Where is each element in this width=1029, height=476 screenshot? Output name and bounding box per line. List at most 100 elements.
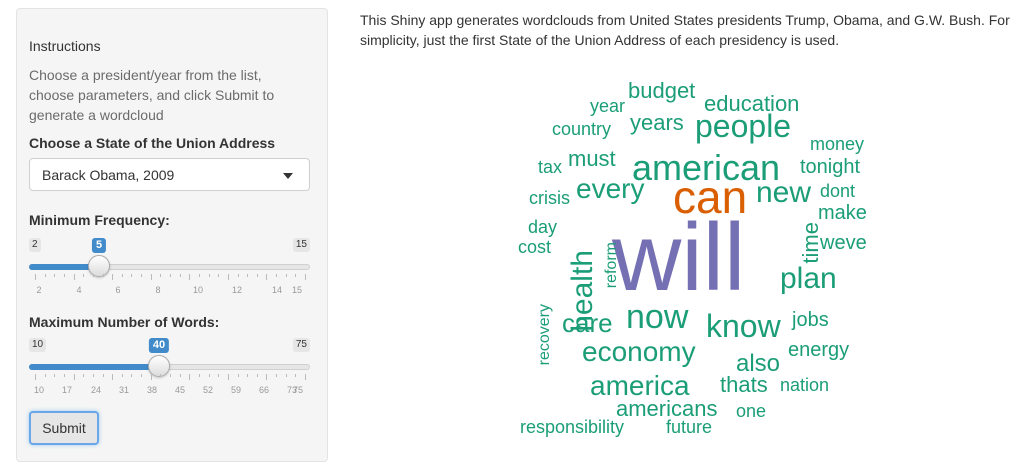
wordcloud-word: will (612, 204, 746, 311)
slider-tick (35, 274, 36, 280)
wordcloud-word: weve (820, 232, 867, 254)
slider-tick-label: 4 (76, 285, 82, 295)
wordcloud-word: economy (582, 336, 696, 367)
slider-tick (170, 274, 171, 277)
slider-tick (227, 274, 229, 280)
slider-tick (237, 274, 239, 277)
slider-tick (276, 374, 278, 377)
sidebar-panel: Instructions Choose a president/year fro… (16, 8, 328, 462)
slider-tick (92, 374, 94, 377)
select-value: Barack Obama, 2009 (42, 167, 175, 183)
slider-tick (247, 374, 249, 377)
wordcloud-word: plan (780, 262, 837, 295)
max-words-label: Maximum Number of Words: (29, 314, 220, 330)
slider-tick (285, 374, 287, 377)
wordcloud-word: recovery (536, 304, 553, 366)
wordcloud-word: one (736, 401, 767, 421)
wordcloud-word: year (590, 96, 626, 116)
wordcloud-word: time (798, 222, 823, 264)
slider-tick (227, 374, 229, 380)
wordcloud-word: care (562, 308, 613, 338)
slider-tick (160, 374, 162, 377)
wordcloud-word: tax (538, 157, 563, 177)
slider-tick-label: 59 (230, 385, 242, 395)
wordcloud-word: thats (720, 372, 768, 397)
president-select[interactable]: Barack Obama, 2009 (29, 158, 310, 191)
app-description: This Shiny app generates wordclouds from… (360, 12, 1010, 48)
slider-tick (73, 274, 75, 280)
slider-tick-label: 14 (271, 285, 283, 295)
wordcloud-word: jobs (792, 309, 829, 331)
slider-tick (121, 374, 123, 377)
slider-tick (208, 374, 210, 377)
slider-tick (63, 274, 65, 277)
slider-tick (266, 374, 268, 380)
wordcloud-word: now (626, 298, 689, 336)
slider-tick (189, 274, 191, 280)
slider-min-label: 2 (29, 238, 41, 252)
slider-tick-label: 2 (36, 285, 42, 295)
slider-tick (295, 374, 297, 377)
select-label: Choose a State of the Union Address (29, 135, 276, 151)
slider-tick-label: 10 (33, 385, 45, 395)
slider-tick-label: 12 (231, 285, 243, 295)
slider-tick (54, 374, 56, 377)
slider-tick (179, 374, 181, 377)
slider-tick (150, 374, 152, 380)
slider-tick-label: 66 (258, 385, 270, 395)
slider-tick (121, 274, 123, 277)
wordcloud-word: energy (788, 339, 850, 361)
slider-tick-label: 75 (292, 385, 304, 395)
slider-tick (150, 274, 152, 280)
slider-current-value: 40 (148, 338, 170, 353)
slider-tick (247, 274, 249, 277)
slider-tick (179, 274, 181, 277)
instructions-title: Instructions (29, 38, 101, 54)
wordcloud-word: know (706, 308, 781, 344)
min-frequency-slider[interactable]: 2 15 5 2 4 6 8 10 12 14 15 (29, 238, 310, 298)
slider-max-label: 75 (292, 338, 310, 352)
slider-tick (218, 274, 220, 277)
slider-tick (83, 274, 85, 277)
slider-tick (63, 374, 65, 377)
slider-tick (141, 374, 143, 377)
slider-tick (92, 274, 94, 277)
slider-tick-label: 38 (146, 385, 158, 395)
slider-max-label: 15 (292, 238, 310, 252)
slider-tick-label: 17 (61, 385, 73, 395)
submit-button[interactable]: Submit (29, 411, 99, 445)
wordcloud: will can american people now know economy ameri… (500, 70, 900, 470)
slider-tick (141, 274, 143, 277)
slider-tick (237, 374, 239, 377)
wordcloud-word: money (810, 134, 865, 154)
slider-tick (131, 374, 133, 377)
slider-tick (295, 274, 297, 277)
slider-tick-label: 10 (192, 285, 204, 295)
slider-tick (218, 374, 220, 377)
slider-tick (102, 274, 104, 277)
slider-fill (29, 364, 159, 370)
slider-tick (256, 374, 258, 377)
wordcloud-word: responsibility (520, 417, 625, 437)
slider-tick (160, 274, 162, 277)
slider-tick-label: 52 (202, 385, 214, 395)
wordcloud-word: every (576, 173, 645, 204)
slider-tick (285, 274, 287, 277)
max-words-slider[interactable]: 10 75 40 10 17 24 31 38 45 52 59 66 73 75 (29, 338, 310, 398)
slider-tick (44, 374, 46, 377)
wordcloud-word: cost (518, 237, 552, 257)
slider-tick (44, 274, 46, 277)
slider-tick-label: 31 (118, 385, 130, 395)
wordcloud-word: years (630, 110, 684, 135)
wordcloud-word: future (666, 417, 713, 437)
slider-ticks: 10 17 24 31 38 45 52 59 66 73 75 (29, 374, 310, 398)
slider-tick (198, 374, 200, 377)
slider-tick-label: 24 (90, 385, 102, 395)
slider-tick (198, 274, 200, 277)
slider-tick (112, 374, 114, 380)
wordcloud-word: budget (628, 78, 696, 103)
wordcloud-word: nation (780, 375, 830, 395)
slider-tick (102, 374, 104, 377)
slider-tick (276, 274, 278, 277)
wordcloud-word: dont (820, 181, 856, 201)
